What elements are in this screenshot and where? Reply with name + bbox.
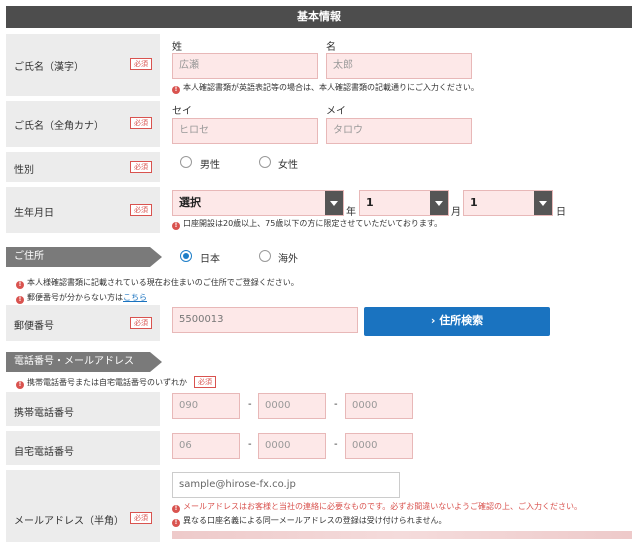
home-input-2[interactable]: 0000 bbox=[258, 433, 326, 459]
email-input[interactable]: sample@hirose-fx.co.jp bbox=[172, 472, 400, 498]
label-cell-gender: 性別 必須 bbox=[6, 152, 160, 182]
blurred-note-line bbox=[172, 531, 632, 539]
postal-help-note: ! 郵便番号が分からない方はこちら bbox=[16, 292, 147, 304]
mei-kana-input[interactable]: タロウ bbox=[326, 118, 472, 144]
label-cell-home: 自宅電話番号 bbox=[6, 431, 160, 465]
birth-year-select[interactable]: 選択 bbox=[172, 190, 344, 216]
address-japan-label: 日本 bbox=[200, 254, 220, 265]
year-unit: 年 bbox=[346, 207, 356, 218]
dash: - bbox=[248, 399, 252, 410]
chevron-down-icon bbox=[534, 191, 552, 215]
sei-kana-label: セイ bbox=[172, 106, 192, 117]
chevron-down-icon bbox=[325, 191, 343, 215]
address-search-label: 住所検索 bbox=[439, 314, 484, 327]
required-badge: 必須 bbox=[130, 117, 152, 129]
mei-label: 名 bbox=[326, 42, 336, 53]
address-overseas-label: 海外 bbox=[278, 254, 298, 265]
postal-input[interactable]: 5500013 bbox=[172, 307, 358, 333]
label-cell-mobile: 携帯電話番号 bbox=[6, 392, 160, 426]
birth-year-value: 選択 bbox=[179, 196, 201, 209]
email-label: メールアドレス（半角） bbox=[14, 516, 124, 527]
contact-note-text: 携帯電話番号または自宅電話番号のいずれか bbox=[27, 378, 187, 387]
error-icon: ! bbox=[16, 381, 24, 389]
required-badge: 必須 bbox=[194, 376, 216, 388]
birth-note: ! 口座開設は20歳以上、75歳以下の方に限定させていただいております。 bbox=[172, 218, 442, 230]
sei-kana-input[interactable]: ヒロセ bbox=[172, 118, 318, 144]
address-note-text: 本人様確認書類に記載されている現在お住まいのご住所でご登録ください。 bbox=[27, 278, 299, 287]
required-badge: 必須 bbox=[130, 58, 152, 70]
name-kanji-note-text: 本人確認書類が英語表記等の場合は、本人確認書類の記載通りにご入力ください。 bbox=[183, 83, 479, 92]
contact-note: ! 携帯電話番号または自宅電話番号のいずれか bbox=[16, 377, 187, 389]
gender-female-radio[interactable] bbox=[259, 156, 271, 168]
error-icon: ! bbox=[172, 505, 180, 513]
dash: - bbox=[334, 399, 338, 410]
gender-male-radio[interactable] bbox=[180, 156, 192, 168]
address-section-heading: ご住所 bbox=[6, 247, 162, 267]
name-kanji-note: ! 本人確認書類が英語表記等の場合は、本人確認書類の記載通りにご入力ください。 bbox=[172, 82, 479, 94]
email-note-2: ! 異なる口座名義による同一メールアドレスの登録は受け付けられません。 bbox=[172, 515, 447, 527]
mobile-input-1[interactable]: 090 bbox=[172, 393, 240, 419]
birth-month-value: 1 bbox=[366, 196, 374, 209]
birth-month-select[interactable]: 1 bbox=[359, 190, 449, 216]
home-label: 自宅電話番号 bbox=[14, 447, 74, 458]
day-unit: 日 bbox=[556, 207, 566, 218]
address-overseas-radio[interactable] bbox=[259, 250, 271, 262]
chevron-right-icon: › bbox=[430, 314, 440, 327]
label-cell-name-kanji: ご氏名（漢字） 必須 bbox=[6, 34, 160, 96]
gender-label: 性別 bbox=[14, 165, 34, 176]
birth-day-value: 1 bbox=[470, 196, 478, 209]
mobile-label: 携帯電話番号 bbox=[14, 408, 74, 419]
label-cell-name-kana: ご氏名（全角カナ） 必須 bbox=[6, 101, 160, 147]
required-badge: 必須 bbox=[130, 204, 152, 216]
error-icon: ! bbox=[172, 222, 180, 230]
mei-kana-label: メイ bbox=[326, 106, 346, 117]
sei-label: 姓 bbox=[172, 42, 182, 53]
label-cell-email: メールアドレス（半角） 必須 bbox=[6, 470, 160, 542]
name-kanji-label: ご氏名（漢字） bbox=[14, 62, 84, 73]
gender-male-label: 男性 bbox=[200, 160, 220, 171]
error-icon: ! bbox=[172, 519, 180, 527]
email-note-1-text: メールアドレスはお客様と当社の連絡に必要なものです。必ずお間違いないようご確認の… bbox=[183, 502, 583, 511]
email-note-2-text: 異なる口座名義による同一メールアドレスの登録は受け付けられません。 bbox=[183, 516, 447, 525]
dash: - bbox=[334, 439, 338, 450]
sei-kanji-input[interactable]: 広瀬 bbox=[172, 53, 318, 79]
required-badge: 必須 bbox=[130, 512, 152, 524]
required-badge: 必須 bbox=[130, 317, 152, 329]
error-icon: ! bbox=[16, 281, 24, 289]
contact-section-heading: 電話番号・メールアドレス bbox=[6, 352, 162, 372]
dash: - bbox=[248, 439, 252, 450]
mobile-input-3[interactable]: 0000 bbox=[345, 393, 413, 419]
birth-note-text: 口座開設は20歳以上、75歳以下の方に限定させていただいております。 bbox=[183, 219, 443, 228]
chevron-down-icon bbox=[430, 191, 448, 215]
gender-female-label: 女性 bbox=[278, 160, 298, 171]
address-japan-radio[interactable] bbox=[180, 250, 192, 262]
mei-kanji-input[interactable]: 太郎 bbox=[326, 53, 472, 79]
home-input-1[interactable]: 06 bbox=[172, 433, 240, 459]
error-icon: ! bbox=[172, 86, 180, 94]
mobile-input-2[interactable]: 0000 bbox=[258, 393, 326, 419]
birth-day-select[interactable]: 1 bbox=[463, 190, 553, 216]
postal-help-link[interactable]: こちら bbox=[123, 293, 147, 302]
error-icon: ! bbox=[16, 296, 24, 304]
address-search-button[interactable]: › 住所検索 bbox=[364, 307, 550, 336]
required-badge: 必須 bbox=[130, 161, 152, 173]
home-input-3[interactable]: 0000 bbox=[345, 433, 413, 459]
label-cell-birth: 生年月日 必須 bbox=[6, 187, 160, 233]
email-note-1: ! メールアドレスはお客様と当社の連絡に必要なものです。必ずお間違いないようご確認… bbox=[172, 501, 582, 513]
postal-help-prefix: 郵便番号が分からない方は bbox=[27, 293, 123, 302]
label-cell-postal: 郵便番号 必須 bbox=[6, 305, 160, 341]
name-kana-label: ご氏名（全角カナ） bbox=[14, 121, 104, 132]
section-header-basic-info: 基本情報 bbox=[6, 6, 632, 28]
month-unit: 月 bbox=[451, 207, 461, 218]
address-note: ! 本人様確認書類に記載されている現在お住まいのご住所でご登録ください。 bbox=[16, 277, 299, 289]
birth-label: 生年月日 bbox=[14, 208, 54, 219]
postal-label: 郵便番号 bbox=[14, 321, 54, 332]
